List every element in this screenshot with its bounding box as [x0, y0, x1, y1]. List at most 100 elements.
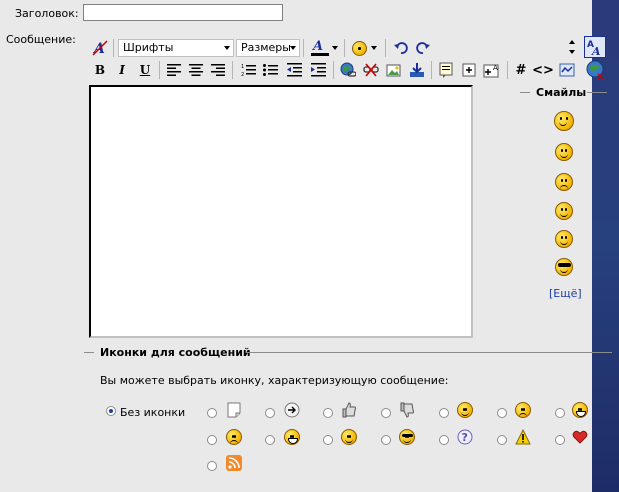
remove-format-icon: A	[92, 40, 108, 56]
message-label: Сообщение:	[6, 33, 76, 46]
frown-icon	[515, 402, 531, 418]
toolbar-separator	[385, 39, 386, 57]
quote-button[interactable]	[436, 60, 456, 80]
insert-image-button[interactable]	[384, 60, 404, 80]
align-right-icon	[211, 64, 225, 76]
redo-button[interactable]	[413, 38, 433, 58]
switch-mode-icon: AA	[587, 40, 601, 56]
post-icon-radio[interactable]	[207, 435, 217, 445]
post-icon-radio[interactable]	[265, 408, 275, 418]
post-icon-radio[interactable]	[323, 408, 333, 418]
smiley-cool-icon[interactable]	[555, 258, 573, 276]
post-icon-radio[interactable]	[323, 435, 333, 445]
smiley-think-icon[interactable]	[555, 202, 573, 220]
svg-text:x: x	[597, 71, 604, 80]
post-icon-none-label: Без иконки	[120, 406, 186, 419]
happy-icon	[341, 429, 357, 445]
size-select[interactable]: Размеры	[236, 39, 300, 57]
post-icon-radio[interactable]	[439, 408, 449, 418]
question-icon: ?	[457, 429, 473, 445]
post-icon-radio[interactable]	[207, 408, 217, 418]
collapse-button[interactable]: A	[482, 60, 502, 80]
resize-toggle-button[interactable]	[565, 37, 579, 57]
bold-button[interactable]: B	[90, 60, 110, 80]
italic-button[interactable]: I	[112, 60, 132, 80]
post-icons-header: Иконки для сообщений	[100, 346, 251, 359]
smiley-grin-icon[interactable]	[555, 230, 573, 248]
smiley-icon	[351, 40, 367, 56]
warning-icon	[515, 429, 531, 445]
insert-smiley-button[interactable]	[349, 38, 369, 58]
message-editor[interactable]	[89, 85, 473, 338]
arrow-icon	[284, 402, 300, 418]
align-center-button[interactable]	[186, 60, 206, 80]
more-smilies-link[interactable]: [Ещё]	[549, 287, 582, 300]
post-icon-radio[interactable]	[207, 461, 217, 471]
align-right-button[interactable]	[208, 60, 228, 80]
spellcheck-button[interactable]: x	[586, 60, 606, 80]
indent-button[interactable]	[308, 60, 328, 80]
underline-button[interactable]: U	[135, 60, 155, 80]
unlink-icon	[363, 63, 379, 77]
smiley-thumbs-icon[interactable]	[554, 111, 574, 131]
remove-link-button[interactable]	[361, 60, 381, 80]
toolbar-separator	[303, 39, 304, 57]
unordered-list-button[interactable]	[260, 60, 280, 80]
post-icon-radio[interactable]	[265, 435, 275, 445]
switch-mode-button[interactable]: AA	[584, 36, 606, 58]
undo-button[interactable]	[391, 38, 411, 58]
smilies-header: Смайлы	[536, 86, 587, 99]
unordered-list-icon	[262, 64, 278, 76]
expand-button[interactable]	[459, 60, 479, 80]
resize-vertical-icon	[569, 40, 575, 54]
hash-button[interactable]: #	[511, 60, 531, 80]
toolbar-separator	[333, 61, 334, 79]
toolbar-separator	[232, 61, 233, 79]
download-icon	[410, 63, 424, 77]
ordered-list-button[interactable]: 12	[238, 60, 258, 80]
toolbar-separator	[159, 61, 160, 79]
title-input[interactable]	[83, 4, 283, 21]
post-icons-divider	[246, 352, 612, 353]
toolbar-separator	[507, 61, 508, 79]
chevron-down-icon	[371, 46, 377, 50]
outdent-button[interactable]	[284, 60, 304, 80]
sunglasses-icon	[399, 429, 415, 445]
insert-link-button[interactable]	[338, 60, 358, 80]
plus-a-box-icon: A	[483, 64, 499, 78]
smile-icon	[457, 402, 473, 418]
remove-format-button[interactable]: A	[90, 38, 110, 58]
post-icon-radio[interactable]	[381, 408, 391, 418]
big-grin-icon	[572, 402, 588, 418]
confused-icon	[226, 429, 242, 445]
post-icon-radio[interactable]	[439, 435, 449, 445]
html-button[interactable]	[557, 60, 577, 80]
code-button[interactable]: <>	[532, 60, 554, 80]
post-icon-radio[interactable]	[497, 435, 507, 445]
smiley-sad-icon[interactable]	[555, 173, 573, 191]
redo-icon	[416, 42, 430, 54]
align-left-icon	[167, 64, 181, 76]
text-color-dropdown[interactable]	[330, 38, 340, 58]
plus-box-icon	[462, 63, 476, 77]
post-icon-radio[interactable]	[555, 408, 565, 418]
post-icons-description: Вы можете выбрать иконку, характеризующу…	[100, 374, 449, 387]
toolbar-separator	[344, 39, 345, 57]
outdent-icon	[286, 63, 302, 77]
font-select[interactable]: Шрифты	[118, 39, 234, 57]
smiley-angel-icon[interactable]	[555, 143, 573, 161]
toolbar-separator	[431, 61, 432, 79]
smilies-divider	[587, 92, 607, 93]
quote-icon	[439, 62, 453, 78]
svg-text:A: A	[591, 45, 601, 56]
text-color-button[interactable]: A	[307, 37, 331, 57]
post-icon-none-radio[interactable]	[106, 406, 116, 416]
rss-icon	[226, 455, 242, 471]
svg-text:2: 2	[241, 72, 244, 77]
align-left-button[interactable]	[164, 60, 184, 80]
attach-file-button[interactable]	[407, 60, 427, 80]
post-icon-radio[interactable]	[555, 435, 565, 445]
smiley-dropdown[interactable]	[369, 38, 379, 58]
post-icon-radio[interactable]	[497, 408, 507, 418]
post-icon-radio[interactable]	[381, 435, 391, 445]
